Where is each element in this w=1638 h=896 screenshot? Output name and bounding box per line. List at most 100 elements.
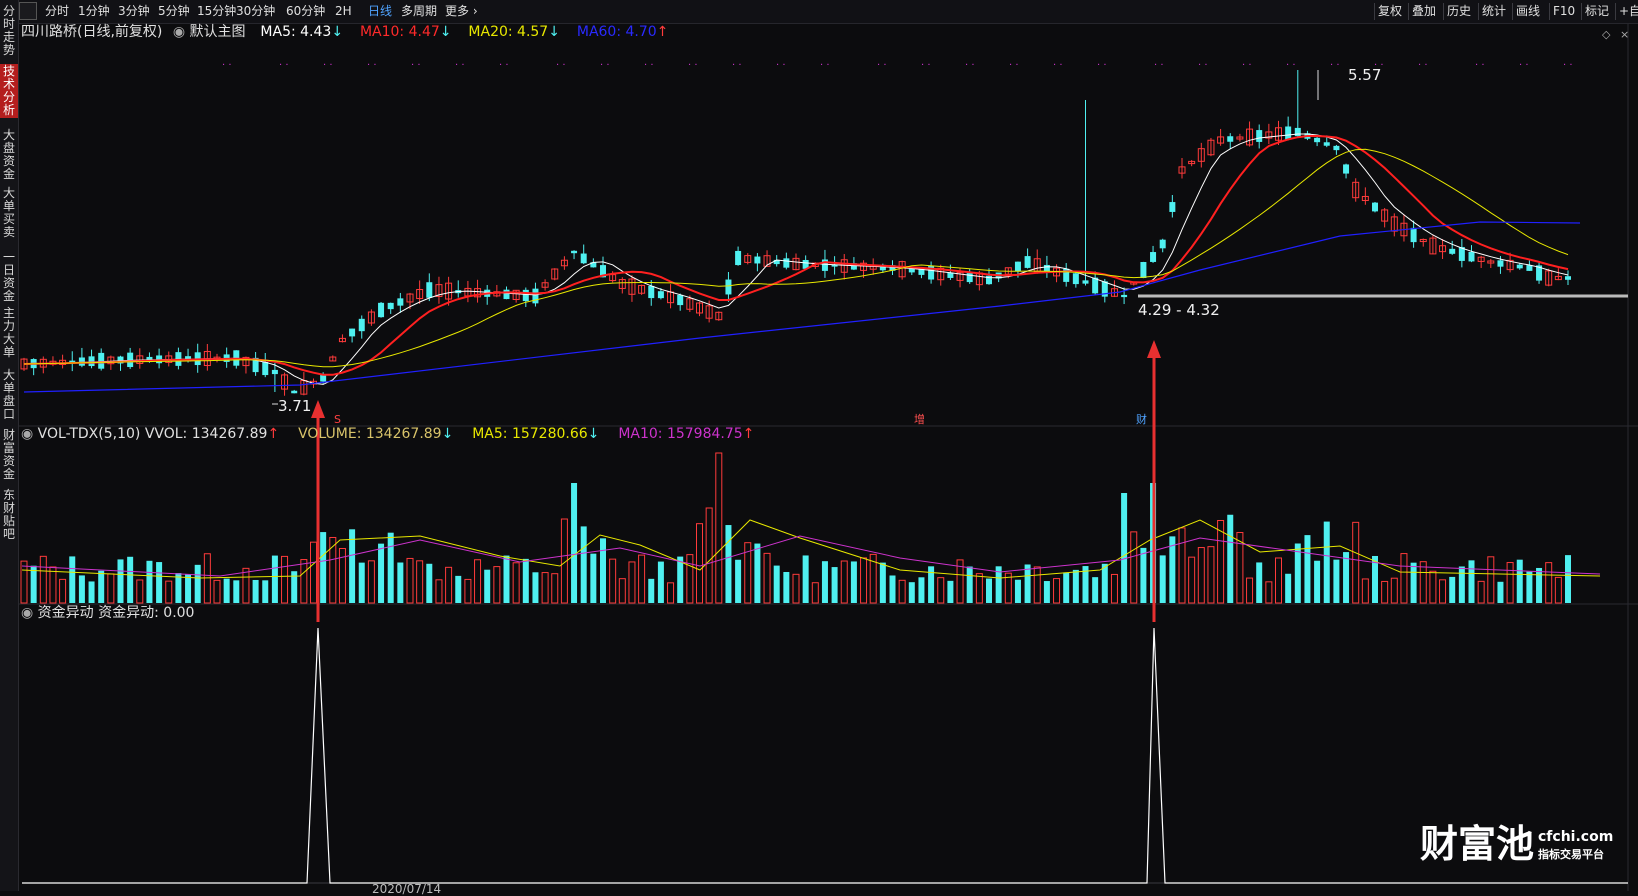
- signal-dot: · ·: [1330, 60, 1340, 71]
- fund-value: 资金异动: 0.00: [98, 605, 195, 621]
- volume-bar: [1352, 521, 1360, 604]
- volume-bar: [1072, 569, 1079, 603]
- vol-ma5-line: [21, 519, 1601, 579]
- volume-bar: [821, 561, 828, 603]
- indicator-name[interactable]: 默认主图: [190, 24, 246, 40]
- volume-bar: [1554, 576, 1562, 604]
- volume-bar: [406, 557, 414, 604]
- candle-body: [522, 289, 529, 302]
- vol-toggle-icon[interactable]: ◉: [21, 426, 33, 442]
- marker-s[interactable]: S: [334, 411, 341, 428]
- marker-cai[interactable]: 财: [1136, 411, 1147, 428]
- volume-bar: [484, 569, 491, 603]
- candle-body: [1565, 276, 1571, 280]
- volume-bar: [860, 557, 868, 604]
- signal-dot: · ·: [499, 60, 509, 71]
- volume-bar: [39, 555, 47, 604]
- candle-body: [1497, 260, 1504, 267]
- ma60-arrow: ↑: [656, 24, 669, 40]
- volume-bar: [455, 575, 462, 603]
- candle-body: [503, 289, 510, 300]
- volume-bar: [590, 553, 597, 603]
- candle-body: [1285, 126, 1292, 140]
- range-price-label: 4.29 - 4.32: [1138, 301, 1220, 319]
- volume-bar: [271, 555, 278, 603]
- volume-bar: [1033, 566, 1041, 604]
- fund-signal-line: [22, 627, 1628, 884]
- volume-bar: [966, 566, 973, 603]
- signal-dot: · ·: [455, 60, 465, 71]
- candle-body: [1092, 277, 1099, 294]
- ma5-arrow: ↓: [331, 24, 344, 40]
- signal-dot: · ·: [367, 60, 377, 71]
- volume-bar: [840, 560, 848, 604]
- volume-bar: [811, 582, 819, 604]
- candle-body: [387, 302, 394, 310]
- volume-bar: [1207, 546, 1215, 604]
- fund-toggle-icon[interactable]: ◉: [21, 605, 33, 621]
- high-price-label: 5.57: [1348, 66, 1382, 84]
- candle-body: [725, 279, 732, 295]
- ma5-value: MA5: 4.43: [260, 24, 332, 40]
- volume-bar: [416, 560, 424, 604]
- fund-indicator-name[interactable]: 资金异动: [38, 605, 94, 621]
- volume-bar: [1197, 547, 1205, 604]
- volume-bar: [98, 570, 105, 603]
- candle-body: [1343, 164, 1350, 174]
- candle-body: [1140, 262, 1147, 278]
- ma20-value: MA20: 4.57: [468, 24, 549, 40]
- marker-zeng[interactable]: 增: [914, 411, 925, 428]
- volume-bar: [1487, 556, 1495, 604]
- vol-indicator-name[interactable]: VOL-TDX(5,10): [38, 426, 141, 442]
- signal-dot: · ·: [1286, 60, 1296, 71]
- volume-bar: [850, 561, 857, 603]
- volume-bar: [146, 560, 153, 603]
- candle-body: [1024, 256, 1031, 268]
- signal-dot: · ·: [1009, 60, 1019, 71]
- signal-dot: · ·: [1418, 60, 1428, 71]
- volume-bar: [156, 562, 163, 603]
- volume-bar: [947, 580, 954, 603]
- volume-bar: [667, 582, 675, 604]
- volume-bar: [194, 564, 201, 603]
- volume-bar: [522, 558, 529, 603]
- volume-bar: [1449, 576, 1456, 603]
- candle-body: [580, 253, 587, 264]
- ma60-value: MA60: 4.70: [576, 24, 657, 40]
- volume-bar: [1285, 573, 1292, 603]
- ma10-value: MA10: 4.47: [359, 24, 440, 40]
- volume-bar: [387, 532, 394, 603]
- watermark-brand: 财富池: [1420, 822, 1535, 866]
- volume-bar: [397, 562, 404, 603]
- volume-legend: ◉ VOL-TDX(5,10) VVOL: 134267.89↑ VOLUME:…: [21, 426, 754, 443]
- volume-bar: [1333, 559, 1340, 603]
- volume-bar: [242, 567, 250, 604]
- volume-bar: [1265, 581, 1273, 604]
- signal-dot: · ·: [688, 60, 698, 71]
- volume-bar: [1458, 566, 1465, 603]
- signal-dot: · ·: [921, 60, 931, 71]
- volume-bar: [908, 582, 915, 603]
- volume-bar: [1390, 577, 1398, 604]
- volume-bar: [435, 579, 443, 604]
- volume-bar: [1497, 581, 1504, 603]
- vol-ma10-value: MA10: 157984.75: [618, 426, 743, 442]
- volume-bar: [1275, 557, 1282, 604]
- signal-dot: · ·: [1475, 60, 1485, 71]
- candle-body: [1314, 137, 1321, 143]
- volume-bar: [1101, 563, 1108, 603]
- indicator-toggle-icon[interactable]: ◉: [173, 24, 185, 40]
- volume-bar: [1429, 570, 1437, 604]
- volume-bar: [1468, 560, 1475, 603]
- candle-body: [397, 298, 404, 306]
- volume-bar: [937, 577, 945, 604]
- candle-body: [735, 250, 742, 266]
- candle-body: [1449, 248, 1456, 254]
- stock-name[interactable]: 四川路桥(日线,前复权): [21, 24, 162, 40]
- volume-bar: [281, 555, 289, 604]
- volume-bar: [1526, 571, 1533, 603]
- main-legend: 四川路桥(日线,前复权) ◉ 默认主图 MA5: 4.43↓ MA10: 4.4…: [21, 24, 668, 41]
- candle-body: [88, 356, 95, 367]
- volume-bar: [889, 575, 896, 603]
- volume-bar: [358, 562, 365, 603]
